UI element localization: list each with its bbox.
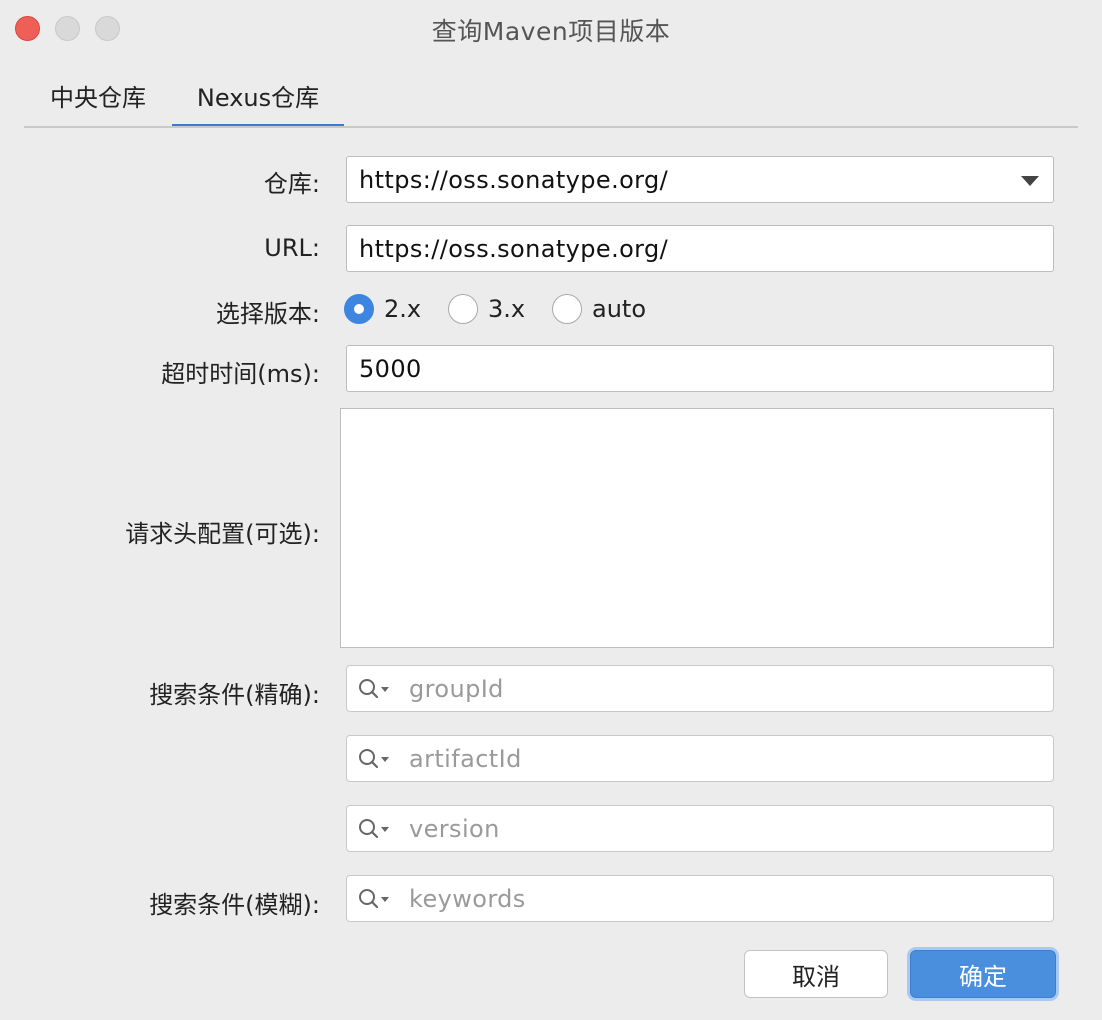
timeout-input-value: 5000 — [359, 354, 422, 383]
version-placeholder: version — [409, 814, 500, 843]
headers-textarea[interactable] — [340, 408, 1054, 648]
repo-select[interactable]: https://oss.sonatype.org/ — [346, 156, 1054, 203]
artifactid-placeholder: artifactId — [409, 744, 522, 773]
keywords-placeholder: keywords — [409, 884, 526, 913]
radio-unchecked-icon — [448, 294, 478, 324]
radio-label: auto — [592, 295, 647, 323]
radio-version-3x[interactable]: 3.x — [448, 294, 525, 324]
url-input[interactable]: https://oss.sonatype.org/ — [346, 225, 1054, 272]
headers-label: 请求头配置(可选): — [125, 520, 320, 548]
tab-nexus-repo[interactable]: Nexus仓库 — [172, 76, 344, 128]
chevron-down-icon[interactable] — [1021, 176, 1039, 186]
search-icon — [359, 749, 389, 769]
repo-select-value: https://oss.sonatype.org/ — [359, 165, 669, 194]
timeout-input[interactable]: 5000 — [346, 345, 1054, 392]
search-icon — [359, 819, 389, 839]
artifactid-search-input[interactable]: artifactId — [346, 735, 1054, 782]
version-label: 选择版本: — [215, 300, 320, 328]
radio-label: 2.x — [384, 295, 422, 323]
tab-divider — [24, 126, 1078, 128]
keywords-search-input[interactable]: keywords — [346, 875, 1054, 922]
url-input-value: https://oss.sonatype.org/ — [359, 234, 669, 263]
repo-label: 仓库: — [263, 170, 320, 198]
radio-label: 3.x — [488, 295, 526, 323]
version-search-input[interactable]: version — [346, 805, 1054, 852]
groupid-placeholder: groupId — [409, 674, 504, 703]
radio-version-auto[interactable]: auto — [552, 294, 646, 324]
radio-checked-icon — [344, 294, 374, 324]
groupid-search-input[interactable]: groupId — [346, 665, 1054, 712]
radio-unchecked-icon — [552, 294, 582, 324]
timeout-label: 超时时间(ms): — [161, 360, 320, 388]
exact-search-label: 搜索条件(精确): — [149, 681, 320, 709]
search-icon — [359, 679, 389, 699]
window-title: 查询Maven项目版本 — [431, 17, 671, 46]
radio-version-2x[interactable]: 2.x — [344, 294, 421, 324]
ok-button[interactable]: 确定 — [910, 950, 1056, 998]
title-bar: 查询Maven项目版本 — [0, 0, 1102, 56]
fuzzy-search-label: 搜索条件(模糊): — [149, 891, 320, 919]
search-icon — [359, 889, 389, 909]
dialog-window: 查询Maven项目版本 中央仓库 Nexus仓库 仓库: https://oss… — [0, 0, 1102, 1020]
url-label: URL: — [264, 234, 320, 262]
cancel-button[interactable]: 取消 — [744, 950, 888, 998]
tab-central-repo[interactable]: 中央仓库 — [24, 76, 172, 128]
